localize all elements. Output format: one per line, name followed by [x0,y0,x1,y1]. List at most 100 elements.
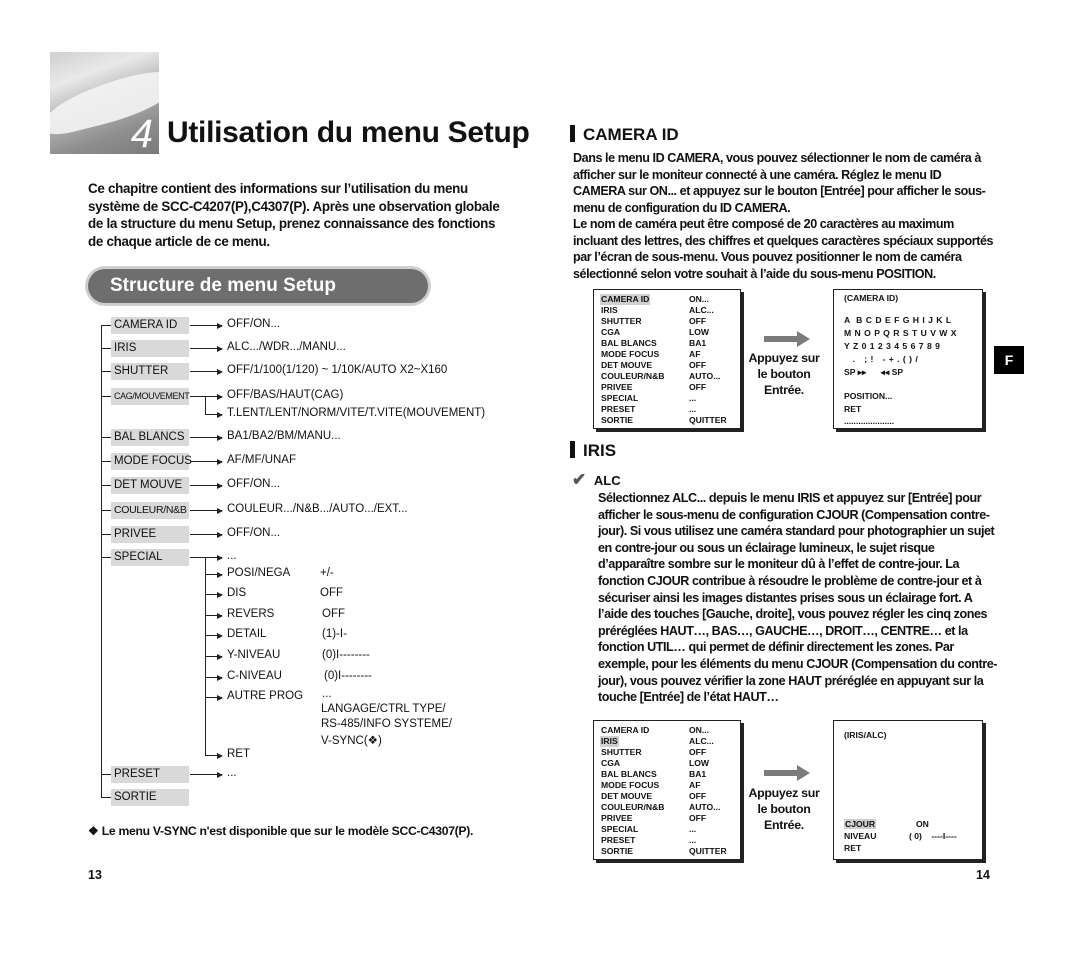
chapter-number: 4 [130,112,153,154]
arrow-icon [190,393,223,400]
osd-menu-row: PRIVEE OFF [600,813,740,824]
arrow-icon [205,674,223,681]
arrow-icon [190,368,223,375]
osd-menu-key: PRESET [601,404,636,414]
right-arrow-icon [764,331,810,347]
press-line: Entrée. [764,383,804,397]
heading-text: CAMERA ID [583,125,679,144]
arrow-icon [190,434,223,441]
osd-menu-value: ALC... [689,736,714,746]
tree-item-iris: IRIS [111,340,189,357]
submenu-title: (IRIS/ALC) [844,730,887,740]
char-row: SP ▸▸ ◂◂ SP [844,367,904,377]
tree-item-det-mouve: DET MOUVE [111,477,189,494]
osd-menu-key: COULEUR/N&B [601,371,665,381]
arrow-icon [190,507,223,514]
arrow-icon [190,771,223,778]
special-sub-label: DIS [227,587,247,599]
press-line: Entrée. [764,818,804,832]
camera-id-paragraph-2: Le nom de caméra peut être composé de 20… [573,217,994,281]
diamond-icon: ❖ [88,824,99,838]
tree-branch [101,396,111,397]
tree-branch [101,461,111,462]
osd-menu-value: LOW [689,327,710,337]
tree-value-cag: OFF/BAS/HAUT(CAG) [227,389,344,401]
osd-menu-row: DET MOUVE OFF [600,791,740,802]
intro-paragraph: Ce chapitre contient des informations su… [88,181,500,249]
submenu-ret: RET [844,404,862,414]
niveau-value: ( 0) ----I---- [909,831,957,841]
osd-menu-row: SORTIE QUITTER [600,415,740,426]
special-sub-label: REVERS [227,608,275,620]
osd-menu-row: PRESET... [600,835,740,846]
footnote: ❖ Le menu V-SYNC n'est disponible que su… [88,824,473,838]
iris-paragraph: Sélectionnez ALC... depuis le menu IRIS … [598,491,998,705]
section-heading-iris: IRIS [570,441,616,461]
tree-value-det-mouve: OFF/ON... [227,478,281,490]
arrow-icon [190,482,223,489]
tree-value-privee: OFF/ON... [227,527,281,539]
subheading-alc: ✔ ALC [572,470,621,490]
osd-menu-value: BA1 [689,769,707,779]
osd-menu-value: OFF [689,360,707,370]
tree-value-shutter: OFF/1/100(1/120) ~ 1/10K/AUTO X2~X160 [227,364,448,376]
osd-menu-row: COULEUR/N&B AUTO... [600,371,740,382]
osd-menu-key: COULEUR/N&B [601,802,665,812]
press-line: le bouton [757,367,811,381]
tree-branch [101,534,111,535]
press-enter-label: Appuyez sur le bouton Entrée. [744,785,824,833]
osd-main-menu-camera-id: CAMERA ID ON... IRIS ALC... SHUTTER OFF CGA LOW… [593,289,741,429]
osd-menu-key: PRESET [601,835,636,845]
arrow-icon [205,571,223,578]
page-number-right: 14 [976,868,990,882]
osd-menu-row: CGA LOW [600,327,740,338]
osd-menu-row: IRIS ALC... [600,305,740,316]
osd-menu-value: OFF [689,316,707,326]
osd-menu-key: SPECIAL [601,824,639,834]
osd-menu-key: BAL BLANCS [601,769,657,779]
tree-branch [101,557,111,558]
special-sub-label: Y-NIVEAU [227,649,281,661]
tree-item-preset: PRESET [111,766,189,783]
tree-branch [101,348,111,349]
char-row: Y Z 0 1 2 3 4 5 6 7 8 9 [844,341,941,351]
arrow-icon [205,591,223,598]
osd-menu-value: BA1 [689,338,707,348]
tree-item-camera-id: CAMERA ID [111,317,189,334]
osd-menu-row: DET MOUVE OFF [600,360,740,371]
camera-id-paragraph-1: Dans le menu ID CAMERA, vous pouvez séle… [573,151,986,215]
osd-menu-key: SPECIAL [601,393,639,403]
osd-menu-value: ... [689,393,697,403]
osd-menu-key: MODE FOCUS [601,780,660,790]
osd-menu-key: BAL BLANCS [601,338,657,348]
cjour-value: ON [916,819,929,829]
chapter-title: Utilisation du menu Setup [167,116,530,149]
special-sub-value: +/- [320,567,334,579]
osd-menu-key: SORTIE [601,846,633,856]
special-sub-label: DETAIL [227,628,267,640]
submenu-title: (CAMERA ID) [844,293,899,303]
press-line: Appuyez sur [748,351,820,365]
footnote-text: Le menu V-SYNC n'est disponible que sur … [101,824,474,838]
osd-menu-key: CGA [601,758,621,768]
arrow-icon [205,632,223,639]
heading-bar-icon [570,125,575,142]
submenu-position: POSITION... [844,391,893,401]
tree-branch [101,797,111,798]
osd-menu-key: PRIVEE [601,382,633,392]
tree-connector [190,557,205,558]
osd-menu-value: AUTO... [689,802,721,812]
osd-menu-row: PRESET... [600,404,740,415]
tree-connector [205,396,206,414]
tree-branch [101,510,111,511]
camera-name-field: ..................... [844,416,895,426]
tree-item-cag-mouvement: CAG/MOUVEMENT [111,388,190,405]
heading-bar-icon [570,441,575,458]
arrow-icon [205,653,223,660]
osd-menu-value: ALC... [689,305,714,315]
press-enter-label: Appuyez sur le bouton Entrée. [744,350,824,398]
tree-branch [101,485,111,486]
tree-value-bal-blancs: BA1/BA2/BM/MANU... [227,430,341,442]
tree-item-bal-blancs: BAL BLANCS [111,429,189,446]
arrow-icon [205,612,223,619]
